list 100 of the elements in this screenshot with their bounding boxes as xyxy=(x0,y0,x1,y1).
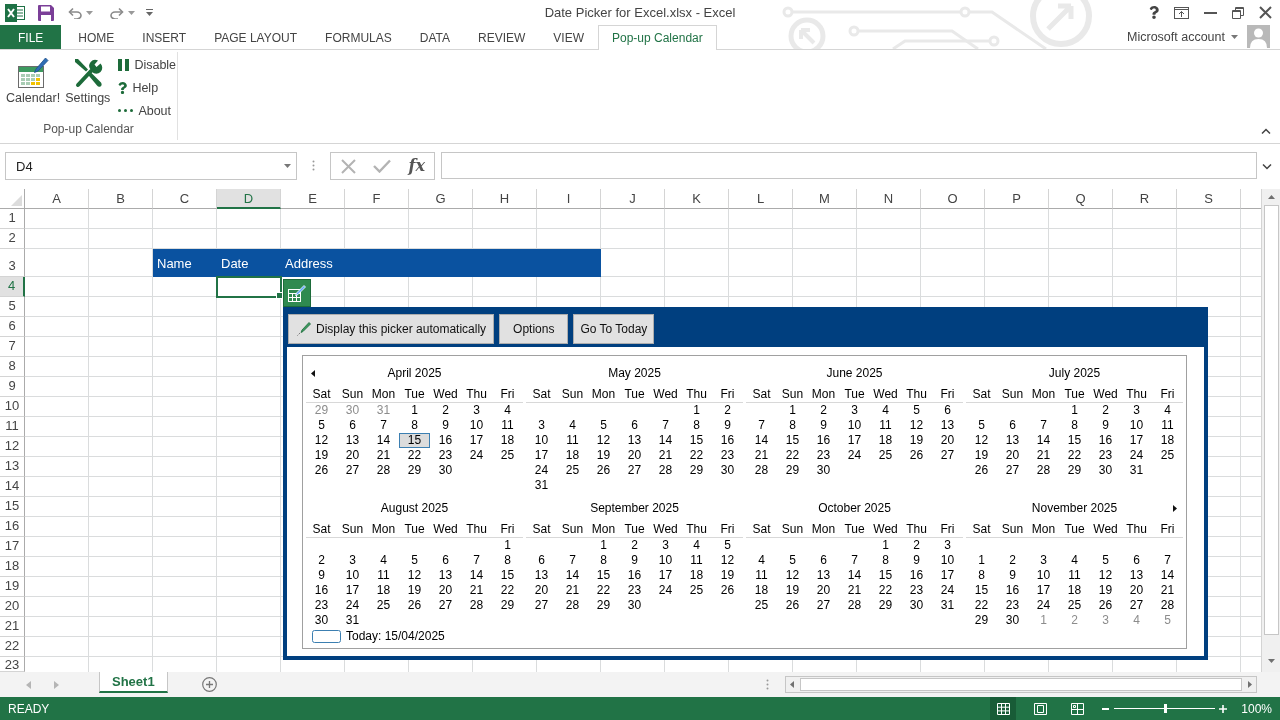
disable-button[interactable]: Disable xyxy=(115,53,180,76)
about-button[interactable]: About xyxy=(115,99,180,122)
row-header[interactable]: 23 xyxy=(0,657,25,672)
column-header[interactable]: R xyxy=(1113,189,1177,209)
normal-view-button[interactable] xyxy=(990,697,1017,720)
row-header[interactable]: 11 xyxy=(0,417,25,437)
three-dots-icon xyxy=(118,109,134,112)
pause-icon xyxy=(118,58,130,71)
ribbon-tab[interactable]: PAGE LAYOUT xyxy=(200,25,312,49)
row-header[interactable]: 10 xyxy=(0,397,25,417)
ribbon-tab[interactable]: FORMULAS xyxy=(311,25,406,49)
insert-function-button[interactable]: fx xyxy=(407,157,426,175)
caret-up-icon[interactable] xyxy=(1261,128,1271,134)
group-label: Pop-up Calendar xyxy=(42,122,135,138)
minimize-icon[interactable] xyxy=(1204,11,1217,14)
vertical-scrollbar[interactable] xyxy=(1261,189,1280,672)
row-header[interactable]: 14 xyxy=(0,477,25,497)
grip-icon xyxy=(312,160,315,171)
ribbon-display-icon[interactable] xyxy=(1174,6,1189,19)
row-header[interactable]: 13 xyxy=(0,457,25,477)
row-header[interactable]: 7 xyxy=(0,337,25,357)
column-header[interactable]: J xyxy=(601,189,665,209)
row-header[interactable]: 20 xyxy=(0,597,25,617)
minus-icon[interactable] xyxy=(1102,707,1110,710)
window-title: Date Picker for Excel.xlsx - Excel xyxy=(544,5,736,20)
row-header[interactable]: 18 xyxy=(0,557,25,577)
plus-icon[interactable] xyxy=(1219,704,1228,713)
caret-down-icon xyxy=(284,164,291,168)
row-header[interactable]: 1 xyxy=(0,209,25,229)
check-icon[interactable] xyxy=(372,159,391,173)
sheet-tab[interactable]: Sheet1 xyxy=(99,672,168,693)
scroll-down-icon[interactable] xyxy=(1267,659,1275,663)
ribbon-tab[interactable]: DATA xyxy=(405,25,464,49)
row-header[interactable]: 22 xyxy=(0,637,25,657)
column-header[interactable]: O xyxy=(921,189,985,209)
caret-down-icon xyxy=(1231,35,1238,39)
undo-icon[interactable] xyxy=(68,6,82,19)
row-header[interactable]: 9 xyxy=(0,377,25,397)
caret-down-icon[interactable] xyxy=(1262,164,1272,170)
column-header[interactable]: K xyxy=(665,189,729,209)
calendar-button[interactable]: Calendar! xyxy=(4,52,63,122)
file-tab[interactable]: FILE xyxy=(0,25,62,49)
customize-icon[interactable] xyxy=(146,9,153,16)
formula-input[interactable] xyxy=(441,152,1257,179)
plus-circle-icon[interactable] xyxy=(201,677,217,692)
redo-icon[interactable] xyxy=(110,6,124,19)
row-header[interactable]: 3 xyxy=(0,249,25,277)
row-header[interactable]: 19 xyxy=(0,577,25,597)
horizontal-scrollbar[interactable] xyxy=(785,676,1257,693)
column-header[interactable]: S xyxy=(1177,189,1241,209)
help-icon[interactable] xyxy=(1149,6,1159,19)
column-header[interactable]: E xyxy=(281,189,345,209)
calendar-pen-icon xyxy=(17,57,50,89)
row-header[interactable]: 5 xyxy=(0,297,25,317)
grid-icon xyxy=(996,702,1010,715)
ribbon-tab[interactable]: Pop-up Calendar xyxy=(598,25,717,50)
row-header[interactable]: 15 xyxy=(0,497,25,517)
ribbon-tab[interactable]: HOME xyxy=(64,25,129,49)
restore-icon[interactable] xyxy=(1232,6,1244,19)
scrollbar-thumb[interactable] xyxy=(800,678,1242,691)
column-header[interactable]: H xyxy=(473,189,537,209)
row-header[interactable]: 4 xyxy=(0,277,25,297)
close-icon[interactable] xyxy=(1259,6,1272,19)
column-header[interactable]: A xyxy=(25,189,89,209)
row-header[interactable]: 2 xyxy=(0,229,25,249)
column-header[interactable]: L xyxy=(729,189,793,209)
row-header[interactable]: 17 xyxy=(0,537,25,557)
column-header[interactable]: I xyxy=(537,189,601,209)
help-icon xyxy=(118,81,128,94)
status-text: READY xyxy=(8,701,50,716)
row-header[interactable]: 8 xyxy=(0,357,25,377)
page-icon xyxy=(1033,702,1047,715)
row-header[interactable]: 12 xyxy=(0,437,25,457)
slider-thumb[interactable] xyxy=(1163,704,1167,713)
help-button[interactable]: Help xyxy=(115,76,180,99)
column-header[interactable]: D xyxy=(217,189,281,209)
page-break-icon xyxy=(1070,702,1084,715)
account-menu[interactable]: Microsoft account xyxy=(1127,25,1238,49)
zoom-level[interactable]: 100% xyxy=(1241,701,1280,716)
settings-button[interactable]: Settings xyxy=(63,52,113,122)
column-header[interactable]: B xyxy=(89,189,153,209)
column-header[interactable]: N xyxy=(857,189,921,209)
save-icon[interactable] xyxy=(38,4,54,21)
row-header[interactable]: 16 xyxy=(0,517,25,537)
row-header[interactable]: 21 xyxy=(0,617,25,637)
row-header[interactable]: 6 xyxy=(0,317,25,337)
ribbon-tab[interactable]: REVIEW xyxy=(464,25,540,49)
column-header[interactable]: M xyxy=(793,189,857,209)
ribbon-tab[interactable]: VIEW xyxy=(539,25,598,49)
column-header[interactable]: C xyxy=(153,189,217,209)
column-header[interactable]: F xyxy=(345,189,409,209)
column-header[interactable]: G xyxy=(409,189,473,209)
scroll-up-icon[interactable] xyxy=(1267,195,1275,199)
app-logo-icon[interactable] xyxy=(5,3,25,22)
scrollbar-thumb[interactable] xyxy=(1263,205,1279,635)
ribbon-tab[interactable]: INSERT xyxy=(128,25,201,49)
column-header[interactable]: Q xyxy=(1049,189,1113,209)
grip-icon xyxy=(766,679,769,690)
column-header[interactable]: P xyxy=(985,189,1049,209)
name-box[interactable]: D4 xyxy=(5,152,297,180)
